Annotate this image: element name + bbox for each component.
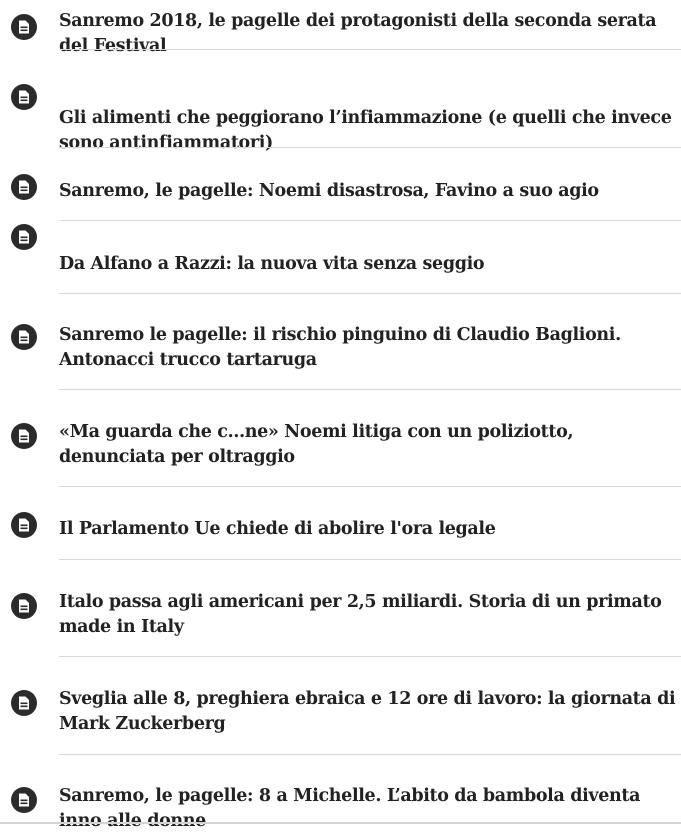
- divider: [59, 656, 681, 657]
- article-title[interactable]: Sveglia alle 8, preghiera ebraica e 12 o…: [59, 687, 679, 737]
- divider: [59, 220, 681, 221]
- article-icon: [11, 512, 37, 538]
- article-icon: [11, 84, 37, 110]
- divider: [59, 293, 681, 294]
- article-title[interactable]: Gli alimenti che peggiorano l’infiammazi…: [59, 106, 679, 156]
- article-icon: [11, 174, 37, 200]
- article-title[interactable]: «Ma guarda che c…ne» Noemi litiga con un…: [59, 420, 679, 470]
- article-icon: [11, 324, 37, 350]
- article-title[interactable]: Sanremo, le pagelle: 8 a Michelle. L’abi…: [59, 784, 679, 834]
- divider: [59, 49, 681, 50]
- article-icon: [11, 14, 37, 40]
- viewport-bottom-border: [0, 822, 681, 824]
- article-icon: [11, 593, 37, 619]
- article-icon: [11, 224, 37, 250]
- divider: [59, 147, 681, 148]
- article-title[interactable]: Italo passa agli americani per 2,5 milia…: [59, 590, 679, 640]
- divider: [59, 389, 681, 390]
- article-icon: [11, 787, 37, 813]
- article-icon: [11, 690, 37, 716]
- article-title[interactable]: Sanremo, le pagelle: Noemi disastrosa, F…: [59, 179, 679, 204]
- article-title[interactable]: Sanremo le pagelle: il rischio pinguino …: [59, 323, 679, 373]
- divider: [59, 559, 681, 560]
- article-title[interactable]: Il Parlamento Ue chiede di abolire l'ora…: [59, 517, 679, 542]
- article-title[interactable]: Sanremo 2018, le pagelle dei protagonist…: [59, 9, 679, 59]
- divider: [59, 754, 681, 755]
- article-icon: [11, 423, 37, 449]
- divider: [59, 486, 681, 487]
- article-title[interactable]: Da Alfano a Razzi: la nuova vita senza s…: [59, 252, 679, 277]
